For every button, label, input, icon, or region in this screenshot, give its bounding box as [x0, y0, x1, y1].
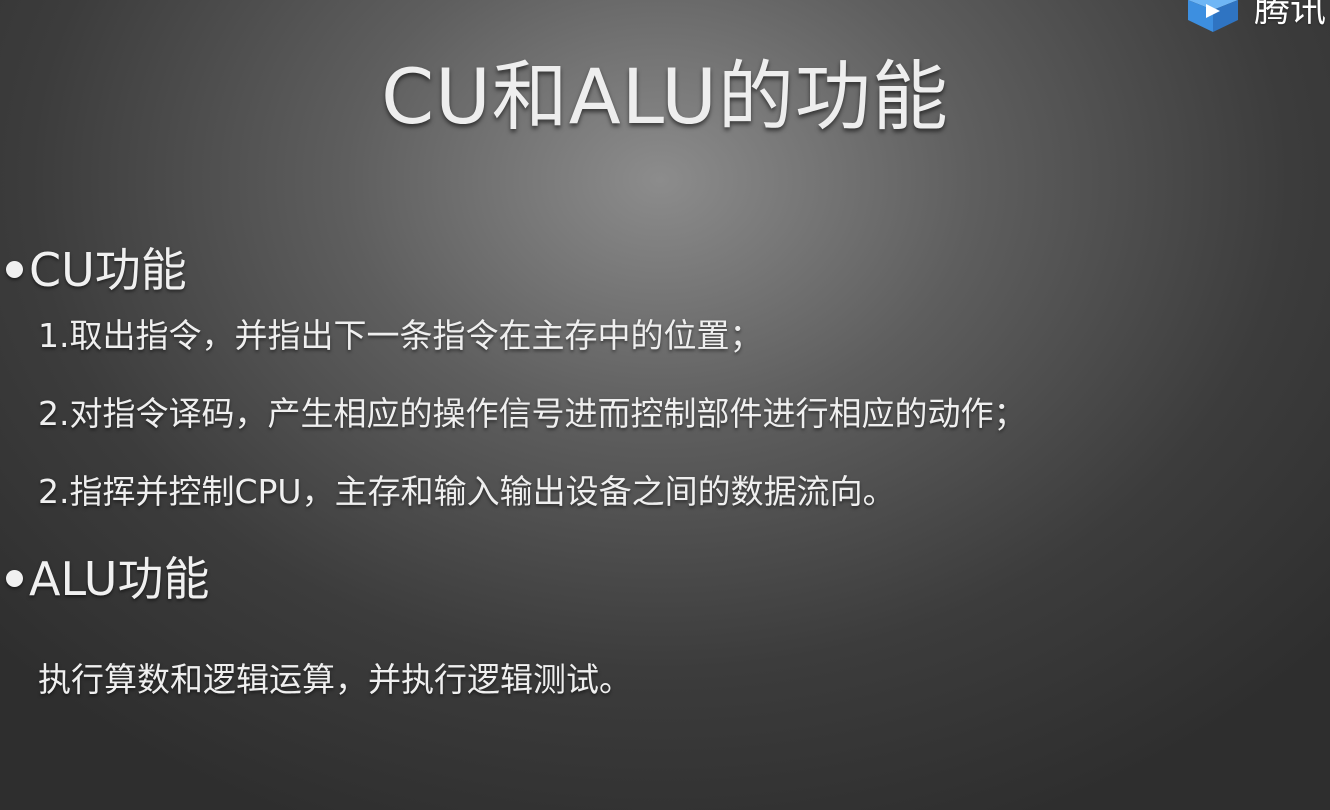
watermark-logo: 腾讯	[1170, 0, 1330, 42]
bullet-icon	[6, 570, 23, 587]
cu-item-2: 2.对指令译码，产生相应的操作信号进而控制部件进行相应的动作；	[38, 394, 1027, 433]
section-heading-text: ALU功能	[29, 552, 210, 606]
slide: 腾讯 CU和ALU的功能 CU功能 1.取出指令，并指出下一条指令在主存中的位置…	[0, 0, 1330, 810]
section-heading-alu: ALU功能	[6, 551, 209, 607]
alu-item-1: 执行算数和逻辑运算，并执行逻辑测试。	[38, 660, 632, 699]
watermark-text: 腾讯	[1254, 0, 1327, 30]
section-heading-text: CU功能	[29, 243, 187, 297]
cu-item-3: 2.指挥并控制CPU，主存和输入输出设备之间的数据流向。	[38, 472, 896, 511]
tencent-classroom-logo-icon	[1188, 0, 1238, 32]
bullet-icon	[6, 261, 23, 278]
section-heading-cu: CU功能	[6, 242, 187, 298]
slide-title: CU和ALU的功能	[381, 52, 949, 141]
cu-item-1: 1.取出指令，并指出下一条指令在主存中的位置；	[38, 316, 763, 355]
